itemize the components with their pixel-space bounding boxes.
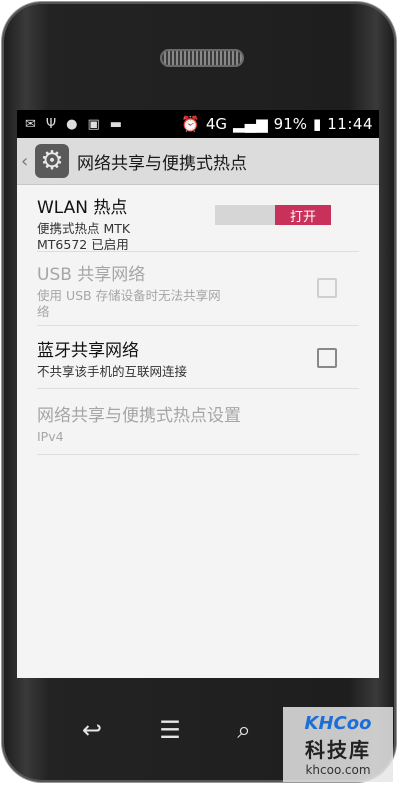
back-icon[interactable]: ↩ xyxy=(72,712,112,748)
usb-tethering-item: USB 共享网络 使用 USB 存储设备时无法共享网 络 xyxy=(37,252,359,326)
usb-tethering-subtitle-line2: 络 xyxy=(37,304,50,319)
email-notification-icon: ✉ xyxy=(25,116,36,132)
watermark-url: khcoo.com xyxy=(305,762,371,777)
bluetooth-tethering-subtitle: 不共享该手机的互联网连接 xyxy=(37,364,188,379)
battery-percent: 91% xyxy=(273,115,307,133)
hotspot-settings-subtitle: IPv4 xyxy=(37,429,64,444)
settings-gear-icon[interactable]: ⚙ xyxy=(35,144,69,178)
battery-icon: ▮ xyxy=(313,115,322,133)
usb-tethering-subtitle-line1: 使用 USB 存储设备时无法共享网 xyxy=(37,288,221,303)
earpiece-speaker xyxy=(160,49,244,67)
wlan-hotspot-subtitle-line2: MT6572 已启用 xyxy=(37,237,129,252)
watermark: KHCoo 科技库 khcoo.com xyxy=(283,707,393,782)
network-type: 4G xyxy=(205,115,228,133)
action-bar[interactable]: ‹ ⚙ 网络共享与便携式热点 xyxy=(17,138,379,185)
wlan-hotspot-toggle[interactable]: 打开 xyxy=(215,205,331,225)
bluetooth-tethering-checkbox[interactable] xyxy=(317,348,337,368)
signal-icon: ▂▄▆ xyxy=(233,115,268,133)
image-notification-icon: ▣ xyxy=(87,116,100,132)
page-title: 网络共享与便携式热点 xyxy=(77,153,247,174)
usb-tethering-checkbox xyxy=(317,278,337,298)
watermark-logo: KHCoo xyxy=(304,712,372,734)
message-notification-icon: ▬ xyxy=(109,116,123,132)
usb-tethering-title: USB 共享网络 xyxy=(37,265,146,285)
settings-list: WLAN 热点 便携式热点 MTK MT6572 已启用 打开 USB 共享网络… xyxy=(17,185,379,455)
toggle-on-label: 打开 xyxy=(275,205,331,225)
bluetooth-tethering-title: 蓝牙共享网络 xyxy=(37,341,139,361)
alarm-icon: ⏰ xyxy=(181,115,200,133)
app-notification-icon: ● xyxy=(66,116,78,132)
back-chevron-icon[interactable]: ‹ xyxy=(17,151,33,172)
usb-icon: Ψ xyxy=(45,116,57,132)
search-icon[interactable]: ⌕ xyxy=(224,712,264,748)
watermark-name: 科技库 xyxy=(305,737,371,762)
clock: 11:44 xyxy=(327,115,373,133)
screen: ✉ Ψ ● ▣ ▬ ⏰ 4G ▂▄▆ 91% ▮ 11:44 ‹ ⚙ 网络共享与… xyxy=(17,110,379,678)
wlan-hotspot-item[interactable]: WLAN 热点 便携式热点 MTK MT6572 已启用 打开 xyxy=(37,185,359,252)
hotspot-settings-item: 网络共享与便携式热点设置 IPv4 xyxy=(37,389,359,455)
bluetooth-tethering-item[interactable]: 蓝牙共享网络 不共享该手机的互联网连接 xyxy=(37,326,359,389)
menu-icon[interactable]: ☰ xyxy=(150,712,190,748)
status-bar: ✉ Ψ ● ▣ ▬ ⏰ 4G ▂▄▆ 91% ▮ 11:44 xyxy=(17,110,379,138)
hotspot-settings-title: 网络共享与便携式热点设置 xyxy=(37,406,241,426)
